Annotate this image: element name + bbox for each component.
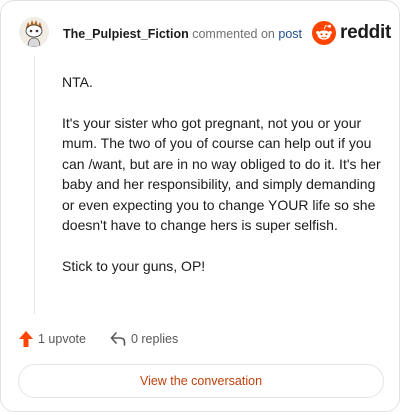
post-link[interactable]: post	[278, 27, 302, 41]
view-conversation-button[interactable]: View the conversation	[18, 364, 384, 398]
username-link[interactable]: The_Pulpiest_Fiction	[63, 27, 189, 41]
reddit-wordmark: reddit	[340, 22, 391, 43]
upvote-count: 1 upvote	[38, 332, 86, 346]
comment-card: The_Pulpiest_Fiction commented on post r…	[0, 0, 400, 412]
comment-actions: 1 upvote 0 replies	[19, 331, 178, 347]
snoo-avatar-icon	[19, 17, 49, 47]
comment-paragraph: Stick to your guns, OP!	[62, 257, 206, 274]
comment-header: The_Pulpiest_Fiction commented on post	[63, 27, 302, 41]
replies-count: 0 replies	[130, 332, 179, 346]
upvote-arrow-icon	[19, 331, 33, 347]
reddit-logo[interactable]: reddit	[312, 21, 391, 45]
replies-button[interactable]: 0 replies	[110, 332, 178, 346]
user-avatar[interactable]	[19, 17, 49, 47]
comment-paragraph: NTA.	[62, 74, 93, 90]
comment-paragraph: It's your sister who got pregnant, not y…	[62, 114, 381, 234]
thread-line	[34, 56, 35, 314]
reply-arrow-icon	[110, 332, 126, 346]
reddit-snoo-icon	[312, 21, 336, 45]
commented-on-text: commented on	[192, 27, 275, 41]
comment-body: NTA. It's your sister who got pregnant, …	[62, 72, 382, 296]
upvote-button[interactable]: 1 upvote	[19, 331, 86, 347]
